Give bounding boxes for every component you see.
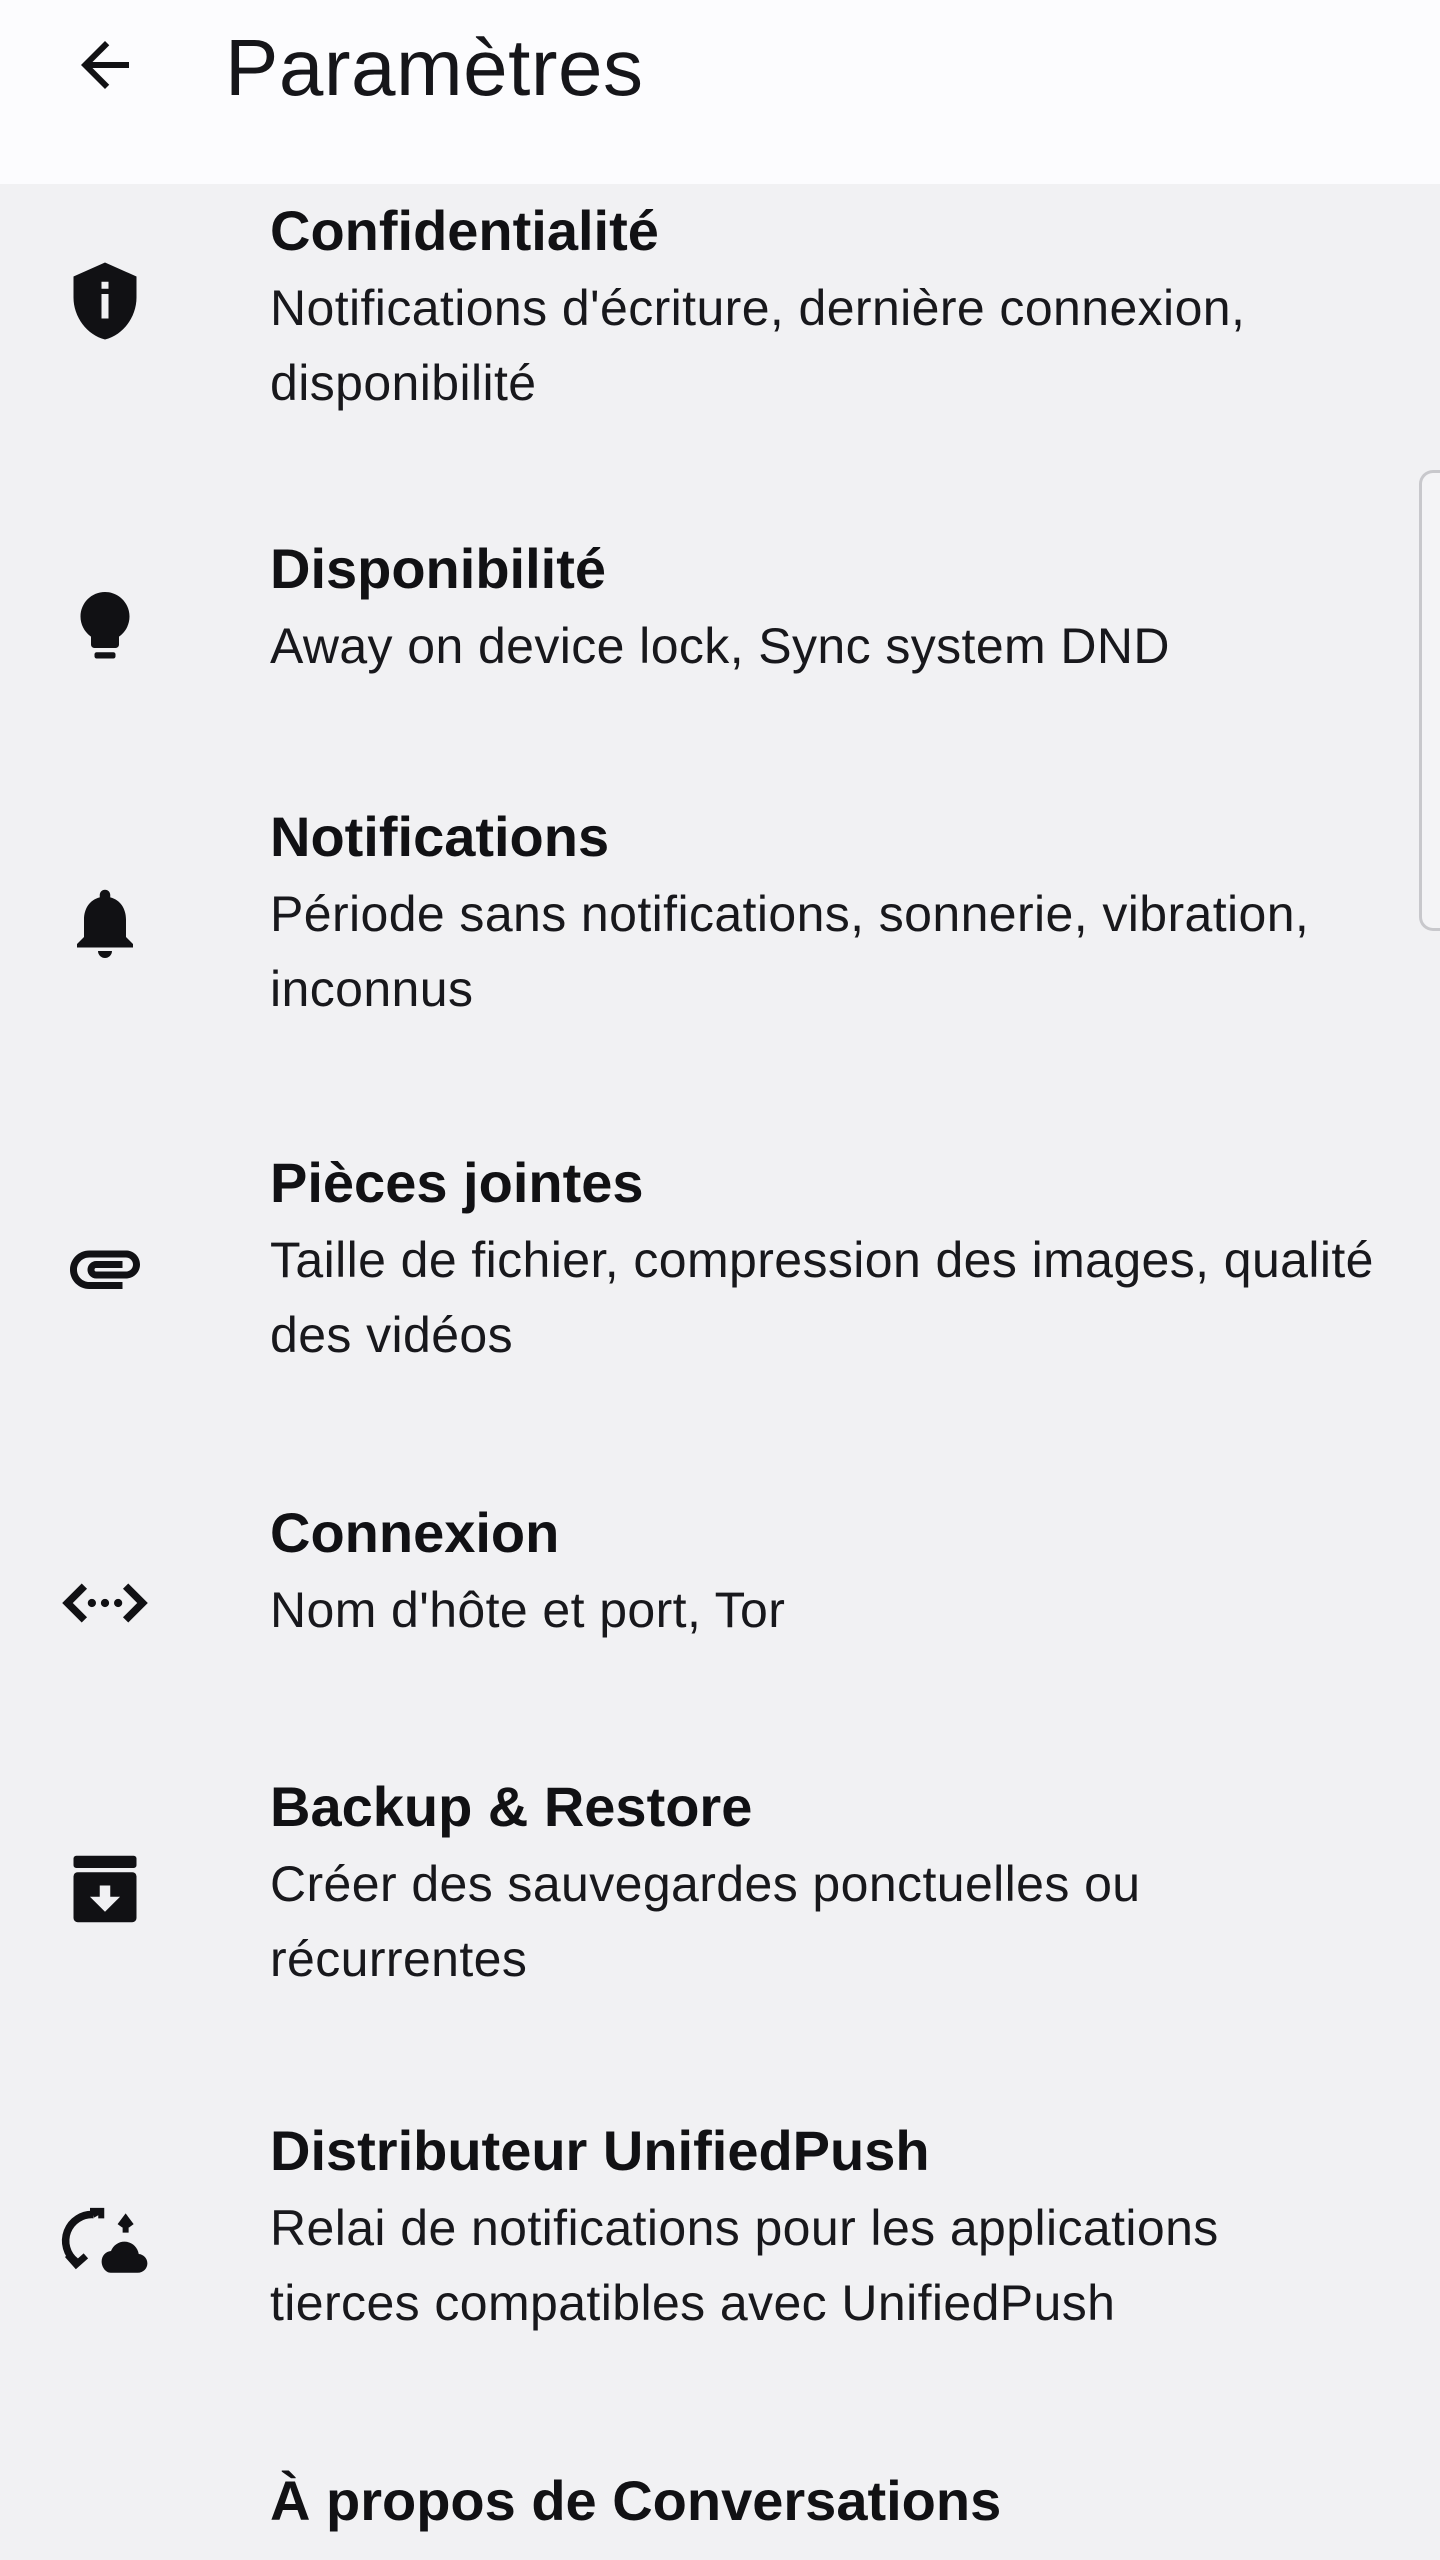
back-button[interactable] xyxy=(52,12,158,118)
lightbulb-icon xyxy=(60,582,150,672)
cloud-sync-icon xyxy=(60,2194,150,2284)
shield-info-icon xyxy=(60,256,150,346)
settings-item-title: Disponibilité xyxy=(270,537,606,600)
settings-item-title: Connexion xyxy=(270,1501,560,1564)
settings-item-subtitle: Notifications d'écriture, dernière conne… xyxy=(270,280,1246,411)
settings-item-about[interactable]: À propos de Conversations xyxy=(0,2454,1440,2560)
settings-item-notifications[interactable]: Notifications Période sans notifications… xyxy=(0,784,1440,1084)
settings-item-privacy[interactable]: Confidentialité Notifications d'écriture… xyxy=(0,184,1440,464)
settings-item-title: Distributeur UnifiedPush xyxy=(270,2119,930,2182)
settings-item-title: Notifications xyxy=(270,805,610,868)
bell-icon xyxy=(60,878,150,968)
connection-arrows-icon xyxy=(60,1558,150,1648)
settings-item-title: Backup & Restore xyxy=(270,1775,753,1838)
scrollbar[interactable] xyxy=(1419,470,1440,931)
archive-download-icon xyxy=(60,1844,150,1934)
arrow-left-icon xyxy=(81,41,129,89)
settings-item-availability[interactable]: Disponibilité Away on device lock, Sync … xyxy=(0,514,1440,734)
paperclip-icon xyxy=(60,1223,150,1313)
settings-item-title: Confidentialité xyxy=(270,199,659,262)
settings-item-subtitle: Taille de fichier, compression des image… xyxy=(270,1232,1374,1363)
settings-item-backup-restore[interactable]: Backup & Restore Créer des sauvegardes p… xyxy=(0,1754,1440,2054)
settings-item-subtitle: Période sans notifications, sonnerie, vi… xyxy=(270,886,1310,1017)
settings-item-title: Pièces jointes xyxy=(270,1151,644,1214)
settings-item-unifiedpush[interactable]: Distributeur UnifiedPush Relai de notifi… xyxy=(0,2104,1440,2404)
settings-item-title: À propos de Conversations xyxy=(270,2469,1002,2532)
page-title: Paramètres xyxy=(225,23,644,112)
settings-item-connection[interactable]: Connexion Nom d'hôte et port, Tor xyxy=(0,1484,1440,1704)
settings-list[interactable]: Confidentialité Notifications d'écriture… xyxy=(0,184,1440,2560)
top-app-bar: Paramètres xyxy=(0,0,1440,184)
settings-item-subtitle: Créer des sauvegardes ponctuelles ou réc… xyxy=(270,1856,1141,1987)
settings-item-subtitle: Away on device lock, Sync system DND xyxy=(270,618,1170,674)
settings-item-subtitle: Relai de notifications pour les applicat… xyxy=(270,2200,1219,2331)
settings-item-attachments[interactable]: Pièces jointes Taille de fichier, compre… xyxy=(0,1134,1440,1434)
settings-item-subtitle: Nom d'hôte et port, Tor xyxy=(270,1582,786,1638)
